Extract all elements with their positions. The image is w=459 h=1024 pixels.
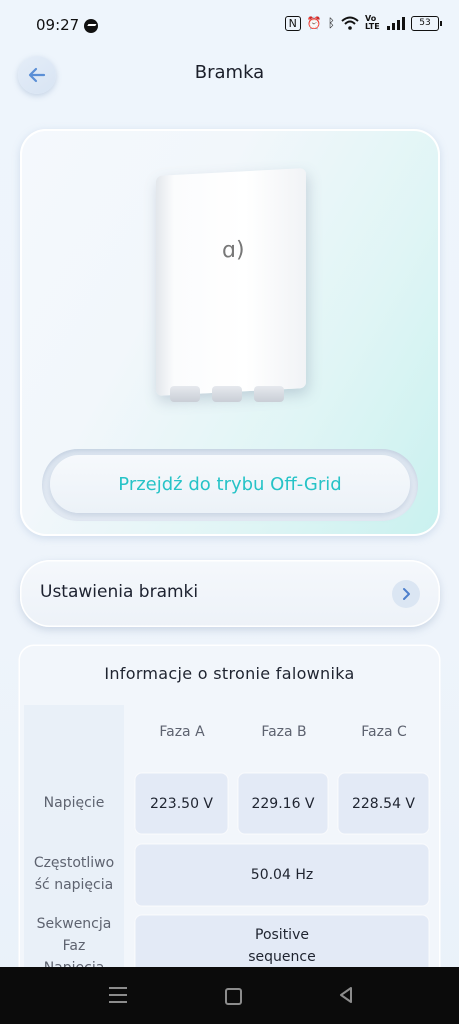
- bluetooth-icon: ᛒ: [327, 16, 335, 30]
- gateway-settings-row[interactable]: Ustawienia bramki: [20, 560, 440, 627]
- voltage-label: Napięcie: [43, 795, 105, 811]
- recent-apps-button[interactable]: [109, 987, 127, 1008]
- phase-b-header: Faza B: [261, 724, 307, 740]
- chevron-right-icon: [403, 588, 410, 600]
- status-bar: 09:27 N ⏰ ᛒ Vo LTE 53: [0, 0, 459, 52]
- inverter-info-title: Informacje o stronie falownika: [104, 664, 355, 683]
- page-title: Bramka: [194, 62, 265, 83]
- device-logo: ɑ): [222, 237, 245, 264]
- status-time: 09:27: [36, 16, 80, 34]
- voltage-phase-a: 223.50 V: [134, 772, 229, 835]
- signal-icon: [387, 16, 405, 30]
- voltage-phase-b: 229.16 V: [237, 772, 329, 835]
- gateway-device-image: ɑ): [156, 168, 306, 414]
- battery-level: 53: [419, 17, 431, 28]
- phase-c-header: Faza C: [361, 724, 407, 740]
- status-icons: N ⏰ ᛒ Vo LTE 53: [284, 14, 442, 31]
- device-card: ɑ) Przejdź do trybu Off-Grid: [20, 129, 440, 536]
- device-body: ɑ): [156, 168, 306, 396]
- app-header: Bramka: [0, 52, 459, 96]
- offgrid-mode-button[interactable]: Przejdź do trybu Off-Grid: [50, 455, 410, 513]
- nfc-icon: N: [284, 15, 301, 31]
- home-button[interactable]: [225, 988, 242, 1005]
- device-connectors: [170, 386, 300, 410]
- messenger-icon: [84, 19, 98, 33]
- frequency-value: 50.04 Hz: [134, 843, 430, 907]
- gateway-settings-label: Ustawienia bramki: [40, 582, 199, 602]
- voltage-phase-c: 228.54 V: [337, 772, 430, 835]
- offgrid-button-well: Przejdź do trybu Off-Grid: [42, 449, 418, 521]
- alarm-icon: ⏰: [306, 16, 322, 30]
- phase-a-header: Faza A: [159, 724, 205, 740]
- inverter-info-panel: Informacje o stronie falownika Faza A Fa…: [20, 646, 439, 976]
- system-navigation-bar: [0, 967, 459, 1024]
- back-triangle-button[interactable]: [337, 986, 355, 1004]
- frequency-label: Częstotliwo ść napięcia: [33, 855, 115, 893]
- chevron-right-button[interactable]: [392, 580, 420, 608]
- battery-icon: 53: [411, 15, 442, 31]
- volte-label: Vo LTE: [365, 14, 380, 31]
- wifi-icon: [341, 16, 359, 30]
